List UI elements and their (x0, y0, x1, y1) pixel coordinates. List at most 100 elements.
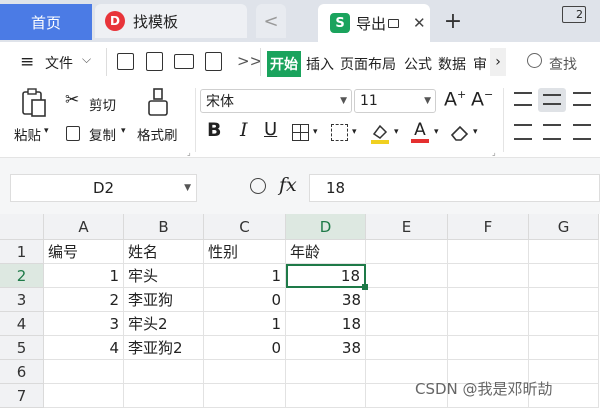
chevron-down-icon[interactable]: ▾ (313, 127, 318, 137)
table-cell[interactable] (448, 336, 529, 360)
expand-icon[interactable]: ⌟ (492, 148, 496, 157)
export-pdf-icon[interactable] (146, 52, 163, 71)
table-cell[interactable]: 李亚狗2 (124, 336, 204, 360)
table-cell[interactable] (44, 360, 124, 384)
paste-button[interactable]: 粘贴 (14, 124, 41, 144)
underline-button[interactable]: U (264, 119, 277, 140)
zoom-icon[interactable] (250, 178, 266, 194)
tab-nav-back-button[interactable]: < (256, 4, 286, 38)
table-cell[interactable]: 4 (44, 336, 124, 360)
column-header-e[interactable]: E (366, 214, 448, 240)
row-header-3[interactable]: 3 (0, 288, 44, 312)
table-cell[interactable] (529, 240, 599, 264)
align-top-icon[interactable] (514, 92, 532, 106)
table-cell[interactable] (204, 384, 286, 408)
column-header-d[interactable]: D (286, 214, 366, 240)
function-button[interactable]: fx (279, 174, 297, 196)
select-all-corner[interactable] (0, 214, 44, 240)
search-icon[interactable] (527, 53, 542, 68)
table-cell[interactable] (366, 264, 448, 288)
more-icon[interactable]: >> (237, 52, 262, 70)
table-cell[interactable] (529, 264, 599, 288)
format-painter-icon[interactable] (146, 88, 170, 118)
paste-icon[interactable] (20, 88, 48, 118)
table-cell[interactable]: 1 (44, 264, 124, 288)
table-cell[interactable] (448, 264, 529, 288)
chevron-down-icon[interactable]: ▾ (121, 126, 126, 136)
row-header-1[interactable]: 1 (0, 240, 44, 264)
table-cell[interactable]: 2 (44, 288, 124, 312)
tab-review[interactable]: 审 (473, 54, 487, 74)
font-size-select[interactable]: 11 ▼ (354, 89, 436, 113)
chevron-down-icon[interactable]: ▾ (394, 127, 399, 137)
bold-button[interactable]: B (207, 119, 221, 141)
table-cell[interactable] (124, 384, 204, 408)
table-cell[interactable] (366, 240, 448, 264)
print-icon[interactable] (174, 54, 194, 69)
table-cell[interactable] (448, 240, 529, 264)
scissors-icon[interactable]: ✂ (65, 90, 79, 110)
print-preview-icon[interactable] (205, 52, 222, 71)
tab-document[interactable]: S 导出 ✕ (318, 4, 430, 42)
table-cell[interactable]: 3 (44, 312, 124, 336)
table-cell[interactable]: 姓名 (124, 240, 204, 264)
row-header-2[interactable]: 2 (0, 264, 44, 288)
tab-insert[interactable]: 插入 (306, 54, 334, 74)
table-cell[interactable]: 38 (286, 288, 366, 312)
table-cell[interactable]: 李亚狗 (124, 288, 204, 312)
chevron-down-icon[interactable]: ▾ (434, 127, 439, 137)
expand-icon[interactable]: ⌟ (187, 148, 191, 157)
new-tab-button[interactable]: + (440, 4, 466, 38)
column-header-g[interactable]: G (529, 214, 599, 240)
cut-button[interactable]: 剪切 (89, 94, 116, 114)
font-color-icon[interactable]: A (410, 119, 430, 144)
menu-icon[interactable]: ≡ (20, 52, 34, 72)
ribbon-scroll-right-icon[interactable]: › (490, 48, 506, 76)
align-right-icon[interactable] (573, 124, 591, 140)
row-header-6[interactable]: 6 (0, 360, 44, 384)
table-cell[interactable]: 编号 (44, 240, 124, 264)
table-cell[interactable]: 0 (204, 336, 286, 360)
table-cell[interactable] (286, 384, 366, 408)
table-cell[interactable]: 18 (286, 312, 366, 336)
table-cell[interactable]: 年龄 (286, 240, 366, 264)
table-cell[interactable] (529, 312, 599, 336)
tab-template[interactable]: D 找模板 (95, 4, 247, 38)
increase-font-icon[interactable]: A+ (444, 88, 466, 110)
font-name-select[interactable]: 宋体 ▼ (200, 89, 352, 113)
tab-start[interactable]: 开始 (267, 51, 301, 77)
column-header-a[interactable]: A (44, 214, 124, 240)
decrease-font-icon[interactable]: A− (471, 88, 493, 110)
column-header-f[interactable]: F (448, 214, 529, 240)
cell-fill-icon[interactable] (331, 124, 348, 141)
table-cell[interactable] (448, 288, 529, 312)
table-cell[interactable] (529, 288, 599, 312)
tab-page-layout[interactable]: 页面布局 (340, 54, 396, 74)
tab-data[interactable]: 数据 (438, 54, 466, 74)
find-button[interactable]: 查找 (549, 54, 577, 74)
table-cell[interactable] (366, 336, 448, 360)
table-cell[interactable]: 牢头 (124, 264, 204, 288)
selected-cell[interactable]: 18 (286, 264, 366, 288)
table-cell[interactable]: 性别 (204, 240, 286, 264)
table-cell[interactable]: 1 (204, 312, 286, 336)
format-painter-button[interactable]: 格式刷 (137, 124, 178, 144)
name-box[interactable]: D2 ▼ (10, 174, 197, 202)
table-cell[interactable] (529, 336, 599, 360)
chevron-down-icon[interactable]: ▾ (352, 127, 357, 137)
align-left-icon[interactable] (514, 124, 532, 140)
formula-input[interactable]: 18 (309, 174, 600, 202)
eraser-icon[interactable] (449, 122, 471, 144)
chevron-down-icon[interactable]: ▾ (44, 126, 49, 136)
chevron-down-icon[interactable]: ▾ (473, 127, 478, 137)
row-header-7[interactable]: 7 (0, 384, 44, 408)
table-cell[interactable]: 1 (204, 264, 286, 288)
tab-home[interactable]: 首页 (0, 4, 92, 40)
table-cell[interactable] (448, 312, 529, 336)
table-cell[interactable] (286, 360, 366, 384)
table-cell[interactable]: 牢头2 (124, 312, 204, 336)
table-cell[interactable] (366, 312, 448, 336)
fill-handle[interactable] (362, 284, 368, 290)
close-icon[interactable]: ✕ (413, 14, 426, 32)
table-cell[interactable] (204, 360, 286, 384)
